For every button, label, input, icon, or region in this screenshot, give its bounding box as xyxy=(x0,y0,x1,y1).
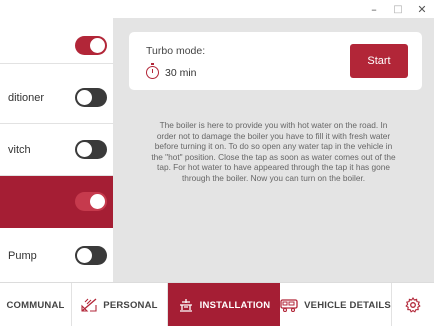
settings-button[interactable] xyxy=(392,283,434,326)
timer-icon xyxy=(146,63,159,79)
device-row-5[interactable]: Pump xyxy=(0,228,113,282)
tab-personal[interactable]: PERSONAL xyxy=(72,283,168,326)
boiler-info-text: The boiler is here to provide you with h… xyxy=(151,120,396,183)
start-button[interactable]: Start xyxy=(350,44,408,78)
tab-installation[interactable]: INSTALLATION xyxy=(168,283,280,326)
installation-icon xyxy=(179,299,192,312)
tab-vehicle-details[interactable]: VEHICLE DETAILS xyxy=(280,283,392,326)
turbo-time-row: 30 min xyxy=(146,63,197,79)
tab-label: PERSONAL xyxy=(103,299,158,311)
device-row-3[interactable]: vitch xyxy=(0,124,113,176)
device-row-1[interactable] xyxy=(0,0,113,64)
personal-icon xyxy=(81,298,97,312)
device-toggle[interactable] xyxy=(75,88,107,107)
settings-gear-icon xyxy=(405,297,421,313)
device-label: vitch xyxy=(8,144,31,156)
device-row-4[interactable] xyxy=(0,176,113,228)
close-button[interactable]: ✕ xyxy=(410,0,434,18)
device-list: ditioner vitch Pump xyxy=(0,0,113,282)
device-label: ditioner xyxy=(8,92,45,104)
turbo-mode-label: Turbo mode: xyxy=(146,45,206,57)
device-toggle[interactable] xyxy=(75,246,107,265)
device-toggle[interactable] xyxy=(75,36,107,55)
turbo-time: 30 min xyxy=(165,66,197,79)
device-toggle[interactable] xyxy=(75,140,107,159)
tab-label: VEHICLE DETAILS xyxy=(304,299,391,311)
device-toggle[interactable] xyxy=(75,192,107,211)
maximize-button[interactable]: □ xyxy=(386,0,410,18)
device-row-2[interactable]: ditioner xyxy=(0,64,113,124)
toggle-knob xyxy=(90,194,105,209)
toggle-knob xyxy=(77,90,92,105)
tab-label: INSTALLATION xyxy=(199,299,271,311)
bottom-nav: COMMUNAL PERSONAL INSTALLATION VEHICLE D… xyxy=(0,282,434,326)
device-label: Pump xyxy=(8,250,37,262)
turbo-card: Turbo mode: 30 min Start xyxy=(129,32,422,90)
vehicle-icon xyxy=(280,298,298,312)
toggle-knob xyxy=(77,248,92,263)
toggle-knob xyxy=(77,142,92,157)
tab-communal[interactable]: COMMUNAL xyxy=(0,283,72,326)
window-controls: – □ ✕ xyxy=(362,0,434,18)
minimize-button[interactable]: – xyxy=(362,0,386,18)
toggle-knob xyxy=(90,38,105,53)
tab-label: COMMUNAL xyxy=(6,299,65,311)
detail-panel: Turbo mode: 30 min Start The boiler is h… xyxy=(113,18,434,282)
